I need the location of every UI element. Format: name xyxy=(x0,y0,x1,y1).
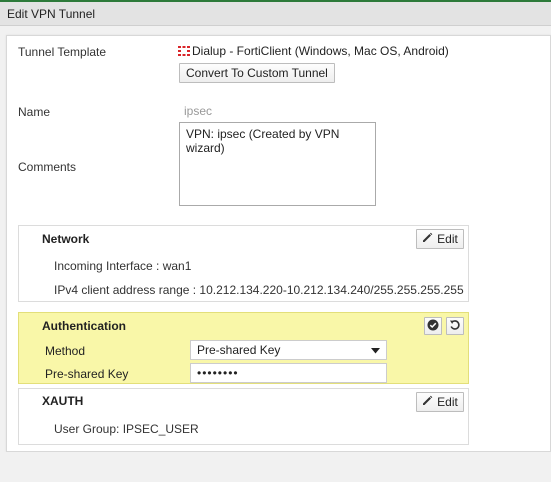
user-group-text: User Group: IPSEC_USER xyxy=(54,422,199,436)
method-label: Method xyxy=(45,344,86,358)
tunnel-template-value: Dialup - FortiClient (Windows, Mac OS, A… xyxy=(178,44,449,58)
network-title: Network xyxy=(42,232,90,246)
convert-to-custom-tunnel-button[interactable]: Convert To Custom Tunnel xyxy=(179,63,335,83)
xauth-edit-button[interactable]: Edit xyxy=(416,392,464,412)
authentication-section: Authentication Method Pre-shared Key Pre… xyxy=(18,312,469,384)
edit-panel: Tunnel Template Dialup - FortiClient (Wi… xyxy=(6,35,551,452)
xauth-edit-label: Edit xyxy=(437,395,458,409)
undo-icon xyxy=(449,319,461,334)
ipv4-range-text: IPv4 client address range : 10.212.134.2… xyxy=(54,283,464,297)
network-section: Network Edit Incoming Interface : wan1 I… xyxy=(18,225,469,302)
fortinet-logo-icon xyxy=(178,46,190,56)
xauth-title: XAUTH xyxy=(42,394,84,408)
comments-label: Comments xyxy=(18,160,77,174)
tunnel-template-text: Dialup - FortiClient (Windows, Mac OS, A… xyxy=(192,44,449,58)
psk-field[interactable]: •••••••• xyxy=(190,363,387,383)
apply-button[interactable] xyxy=(424,317,442,335)
revert-button[interactable] xyxy=(446,317,464,335)
page-title: Edit VPN Tunnel xyxy=(0,2,551,26)
authentication-title: Authentication xyxy=(42,319,126,333)
incoming-interface-text: Incoming Interface : wan1 xyxy=(54,259,192,273)
pencil-icon xyxy=(422,232,433,246)
psk-label: Pre-shared Key xyxy=(45,367,129,381)
network-edit-label: Edit xyxy=(437,232,458,246)
caret-down-icon xyxy=(371,343,380,357)
check-circle-icon xyxy=(427,319,439,334)
method-select-value: Pre-shared Key xyxy=(197,343,281,357)
network-edit-button[interactable]: Edit xyxy=(416,229,464,249)
xauth-section: XAUTH Edit User Group: IPSEC_USER xyxy=(18,388,469,445)
name-value: ipsec xyxy=(184,104,213,118)
comments-field[interactable]: VPN: ipsec (Created by VPN wizard) xyxy=(179,122,376,206)
bottom-area xyxy=(0,452,551,482)
name-label: Name xyxy=(18,105,51,119)
pencil-icon xyxy=(422,395,433,409)
method-select[interactable]: Pre-shared Key xyxy=(190,340,387,360)
tunnel-template-label: Tunnel Template xyxy=(18,45,107,59)
